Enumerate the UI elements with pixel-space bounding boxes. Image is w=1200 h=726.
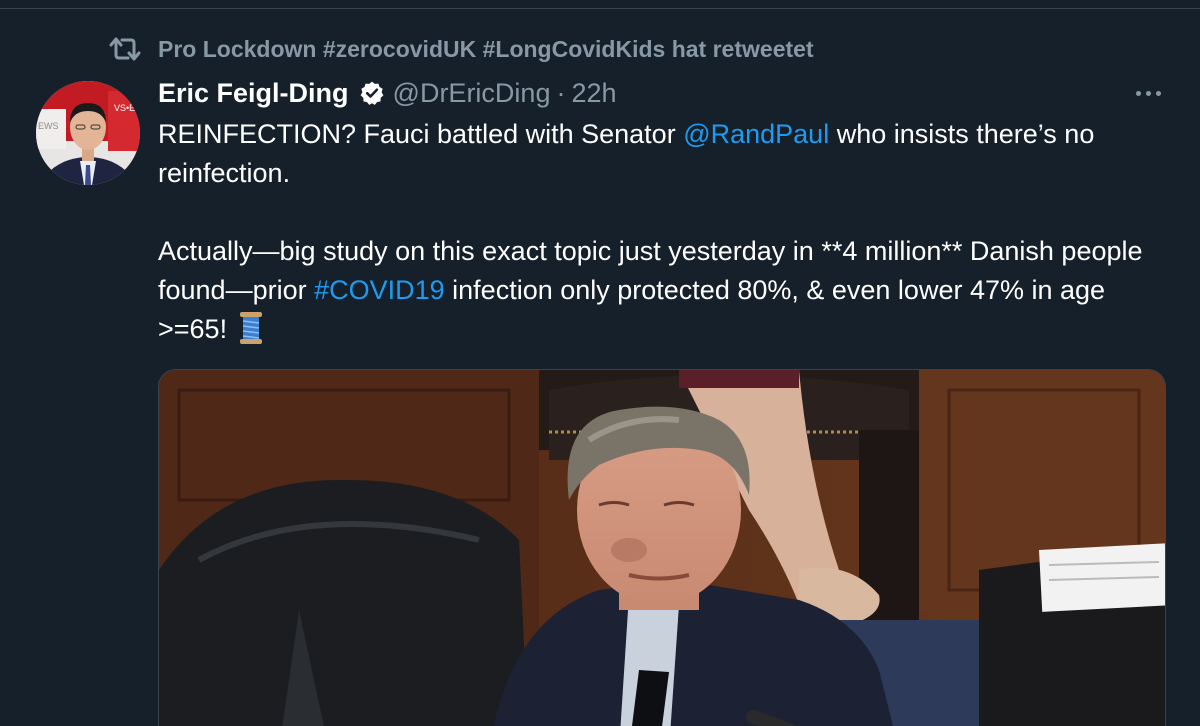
author-handle[interactable]: @DrEricDing	[393, 78, 551, 109]
tweet-timestamp[interactable]: 22h	[571, 78, 616, 109]
avatar-image: EWS VS•E	[36, 81, 140, 185]
top-divider	[0, 8, 1200, 9]
svg-text:VS•E: VS•E	[114, 103, 135, 113]
tweet-header: Eric Feigl-Ding @DrEricDing · 22h	[158, 74, 617, 112]
more-options-button[interactable]	[1126, 80, 1170, 106]
more-dot-icon	[1135, 90, 1141, 96]
avatar[interactable]: EWS VS•E	[36, 81, 140, 185]
retweet-icon	[109, 37, 141, 61]
header-separator: ·	[556, 77, 566, 108]
tweet-paragraph-1: REINFECTION? Fauci battled with Senator …	[158, 115, 1168, 193]
tweet-media-video[interactable]	[158, 369, 1166, 726]
author-name[interactable]: Eric Feigl-Ding	[158, 78, 349, 109]
more-dot-icon	[1155, 90, 1161, 96]
mention-link[interactable]: @RandPaul	[683, 119, 829, 149]
verified-badge-icon	[360, 81, 383, 105]
tweet-text: REINFECTION? Fauci battled with Senator …	[158, 115, 1168, 349]
video-still-image	[159, 370, 1165, 726]
tweet-paragraph-2: Actually—big study on this exact topic j…	[158, 232, 1168, 349]
retweet-label[interactable]: Pro Lockdown #zerocovidUK #LongCovidKids…	[158, 36, 814, 63]
tweet-text-segment: REINFECTION? Fauci battled with Senator	[158, 119, 684, 149]
thread-spool-icon	[239, 312, 262, 344]
more-dot-icon	[1145, 90, 1151, 96]
retweet-context[interactable]: Pro Lockdown #zerocovidUK #LongCovidKids…	[108, 34, 814, 64]
hashtag-link[interactable]: #COVID19	[314, 275, 445, 305]
svg-text:EWS: EWS	[38, 121, 59, 131]
